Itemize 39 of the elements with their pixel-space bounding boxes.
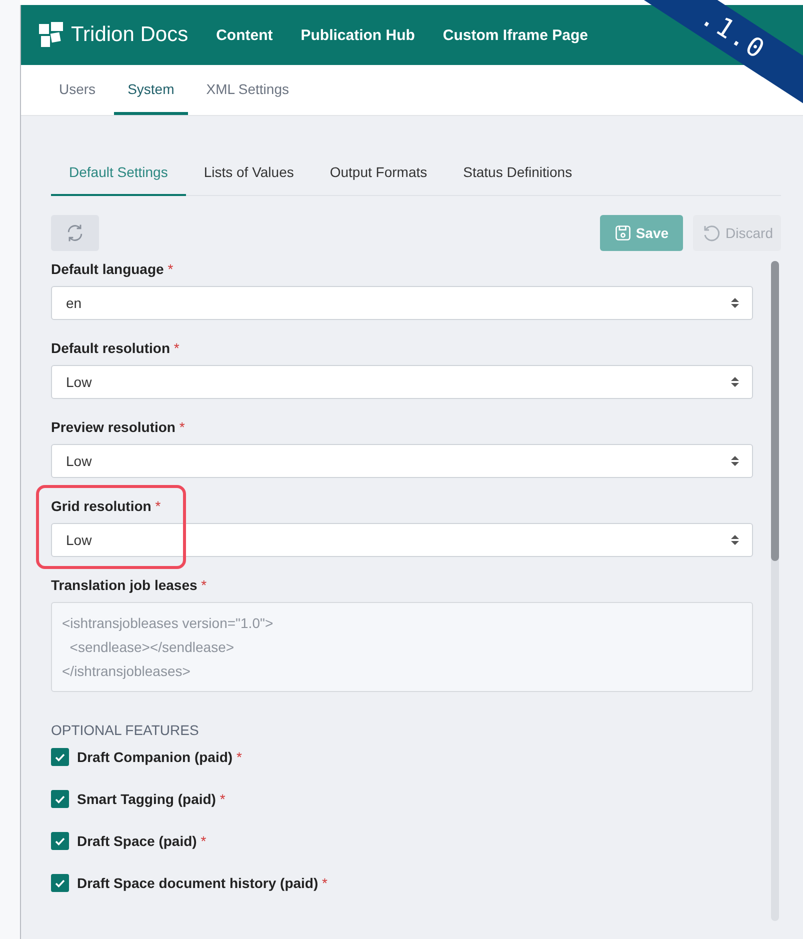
field-label: Translation job leases * (51, 577, 208, 593)
subtab[interactable]: Lists of Values (186, 156, 312, 196)
nav-link[interactable]: Custom Iframe Page (442, 26, 588, 44)
brand-name: Tridion Docs (71, 23, 188, 47)
checkbox-label: Draft Space (paid) * (77, 833, 206, 849)
subtab[interactable]: Output Formats (312, 156, 446, 196)
checkbox[interactable] (51, 874, 69, 892)
textarea-field[interactable]: <ishtransjobleases version="1.0"> <sendlease></sendlease> </ishtransjobleases> (51, 602, 753, 692)
checkbox-label: Draft Companion (paid) * (77, 749, 242, 765)
field-label: Default resolution * (51, 340, 180, 356)
field-label: Default language * (51, 261, 174, 277)
checkbox-label: Draft Space document history (paid) * (77, 875, 328, 891)
subtab[interactable]: Status Definitions (445, 156, 590, 196)
select-field[interactable]: Low (51, 523, 753, 557)
tab[interactable]: Users (45, 65, 110, 115)
logo-icon (37, 21, 65, 49)
select-field[interactable]: Low (51, 365, 753, 399)
field-label: Grid resolution * (51, 498, 162, 514)
checkbox[interactable] (51, 748, 69, 766)
field-label: Preview resolution * (51, 419, 186, 435)
nav-link[interactable]: Publication Hub (300, 26, 415, 44)
nav-link[interactable]: Content (216, 26, 273, 44)
sort-arrows-icon (730, 533, 740, 547)
section-heading: OPTIONAL FEATURES (51, 722, 200, 738)
sort-arrows-icon (730, 375, 740, 389)
checkbox[interactable] (51, 832, 69, 850)
select-field[interactable]: Low (51, 444, 753, 478)
save-icon (614, 224, 632, 242)
sort-arrows-icon (730, 454, 740, 468)
tab[interactable]: XML Settings (192, 65, 303, 115)
checkmark-icon (54, 835, 66, 847)
checkmark-icon (54, 751, 66, 763)
sort-arrows-icon (730, 296, 740, 310)
select-field[interactable]: en (51, 286, 753, 320)
subtab[interactable]: Default Settings (51, 156, 186, 196)
checkmark-icon (54, 877, 66, 889)
checkmark-icon (54, 793, 66, 805)
checkbox-label: Smart Tagging (paid) * (77, 791, 226, 807)
checkbox[interactable] (51, 790, 69, 808)
